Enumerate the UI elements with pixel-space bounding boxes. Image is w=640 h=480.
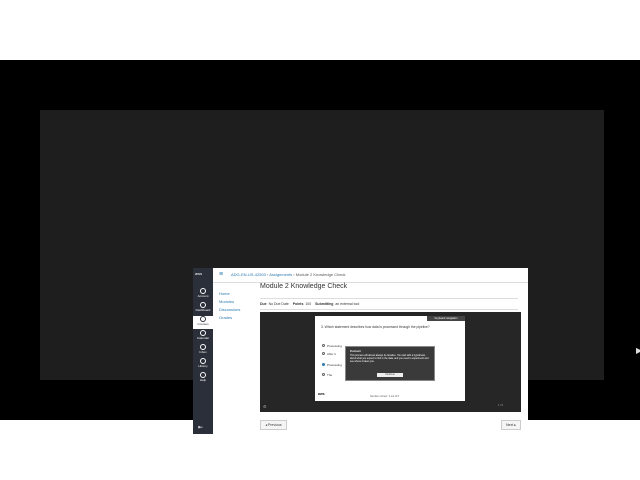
score-counter: Number correct: 1 out of 5 [370,395,400,398]
play-arrow-icon[interactable]: ▶ [636,346,640,356]
nav-account[interactable]: Account [193,288,213,301]
question-text: 3. Which statement describes how data is… [321,325,430,329]
video-player[interactable]: aws Account Dashboard Courses Calendar I… [40,110,640,434]
feedback-modal: Correct This process will almost always … [345,346,435,381]
nav-label: Inbox [199,350,207,354]
breadcrumb: ADG-EN-US-42503 › Assignments › Module 2… [231,272,346,277]
nav-label: Help [199,378,207,382]
quiz-card: Keyboard navigation 3. Which statement d… [315,316,465,401]
course-nav-discussions[interactable]: Discussions [219,306,240,314]
option-label: After it [327,352,336,356]
nav-label: Calendar [196,336,210,340]
nav-dashboard[interactable]: Dashboard [193,302,213,315]
nav-label: Courses [197,322,209,326]
answer-option[interactable]: The [322,373,333,377]
course-nav-grades[interactable]: Grades [219,314,240,322]
nav-help[interactable]: Help [193,372,213,385]
nav-label: History [198,364,208,368]
nav-calendar[interactable]: Calendar [193,330,213,343]
continue-button[interactable]: Continue [377,373,403,377]
option-label: Processing [327,363,342,367]
points-value: 100 [305,302,312,306]
radio-button[interactable] [322,352,325,355]
keyboard-navigation-tab[interactable]: Keyboard navigation [427,316,465,321]
answer-option[interactable]: Processing [322,363,342,367]
breadcrumb-assignments[interactable]: Assignments [269,272,292,277]
answer-option[interactable]: Processing [322,344,342,348]
course-nav-modules[interactable]: Modules [219,298,240,306]
previous-button[interactable]: ◂ Previous [260,420,287,430]
breadcrumb-course[interactable]: ADG-EN-US-42503 [231,272,266,277]
page-title: Module 2 Knowledge Check [260,283,348,290]
modal-body: This process will almost always be itera… [350,354,429,363]
aws-logo: aws [318,392,325,396]
course-nav: Home Modules Discussions Grades [219,290,240,322]
settings-icon[interactable]: ⚙ [263,404,267,409]
hamburger-icon[interactable]: ≡ [219,271,223,278]
nav-courses[interactable]: Courses [193,316,213,329]
course-nav-home[interactable]: Home [219,290,240,298]
breadcrumb-bar: ≡ ADG-EN-US-42503 › Assignments › Module… [213,268,528,283]
option-label: Processing [327,344,342,348]
nav-history[interactable]: History [193,358,213,371]
option-label: The [327,373,333,377]
answer-option[interactable]: After it [322,352,336,356]
global-nav: aws Account Dashboard Courses Calendar I… [193,268,213,434]
next-button[interactable]: Next ▸ [501,420,521,430]
radio-button-selected[interactable] [322,363,325,366]
due-label: Due [260,302,267,306]
lms-screen: aws Account Dashboard Courses Calendar I… [193,268,528,434]
nav-label: Account [197,294,209,298]
page-indicator: 1 / 5 [498,404,503,407]
radio-button[interactable] [322,373,325,376]
modal-title: Correct [350,349,361,353]
top-letterbox [0,0,640,60]
submitting-value: an external tool [335,302,360,306]
nav-inbox[interactable]: Inbox [193,344,213,357]
aws-logo: aws [195,271,203,276]
submitting-label: Submitting [315,302,334,306]
due-value: No Due Date [268,302,289,306]
breadcrumb-current: Module 2 Knowledge Check [295,272,346,277]
radio-button[interactable] [322,344,325,347]
external-tool-frame: Keyboard navigation 3. Which statement d… [260,312,521,412]
nav-label: Dashboard [195,308,211,312]
points-label: Points [292,302,304,306]
assignment-meta: Due No Due Date Points 100 Submitting an… [260,298,518,310]
collapse-nav-icon[interactable]: ⇤ [198,424,203,431]
